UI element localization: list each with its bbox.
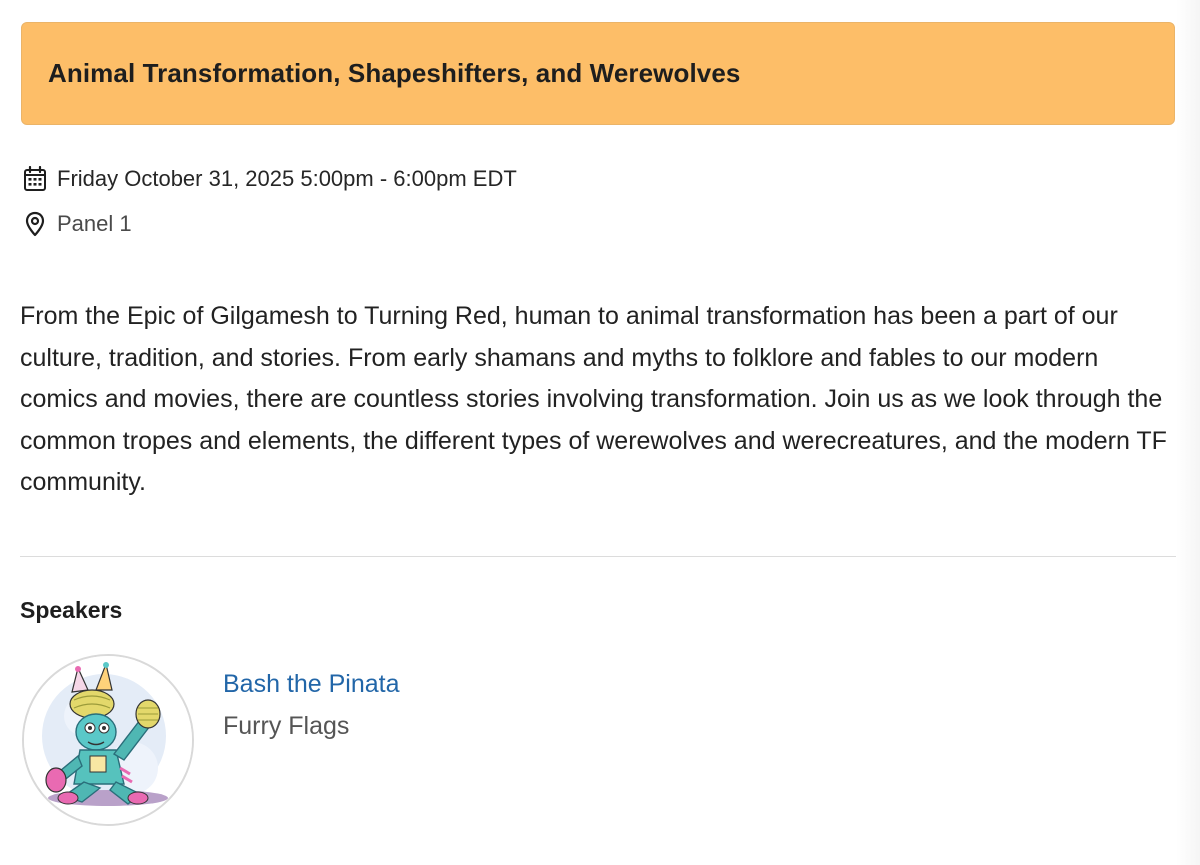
calendar-icon [22, 165, 48, 193]
event-location: Panel 1 [57, 211, 132, 236]
map-pin-icon [22, 210, 48, 238]
pinata-character-avatar [24, 656, 192, 824]
event-datetime-row: Friday October 31, 2025 5:00pm - 6:00pm … [22, 165, 517, 193]
event-title-bar: Animal Transformation, Shapeshifters, an… [21, 22, 1175, 125]
speaker-card: Bash the Pinata Furry Flags [22, 654, 400, 826]
event-title: Animal Transformation, Shapeshifters, an… [48, 58, 741, 88]
event-description: From the Epic of Gilgamesh to Turning Re… [20, 302, 1167, 496]
speaker-name-link[interactable]: Bash the Pinata [223, 670, 400, 699]
speakers-heading: Speakers [20, 597, 123, 623]
event-location-row: Panel 1 [22, 210, 132, 238]
event-datetime: Friday October 31, 2025 5:00pm - 6:00pm … [57, 166, 517, 191]
speaker-organization: Furry Flags [223, 712, 350, 740]
event-page: Animal Transformation, Shapeshifters, an… [0, 0, 1200, 865]
speaker-avatar[interactable] [22, 654, 194, 826]
section-divider [20, 556, 1176, 557]
speaker-info: Bash the Pinata Furry Flags [223, 654, 400, 826]
scroll-edge-shade [1176, 0, 1200, 865]
